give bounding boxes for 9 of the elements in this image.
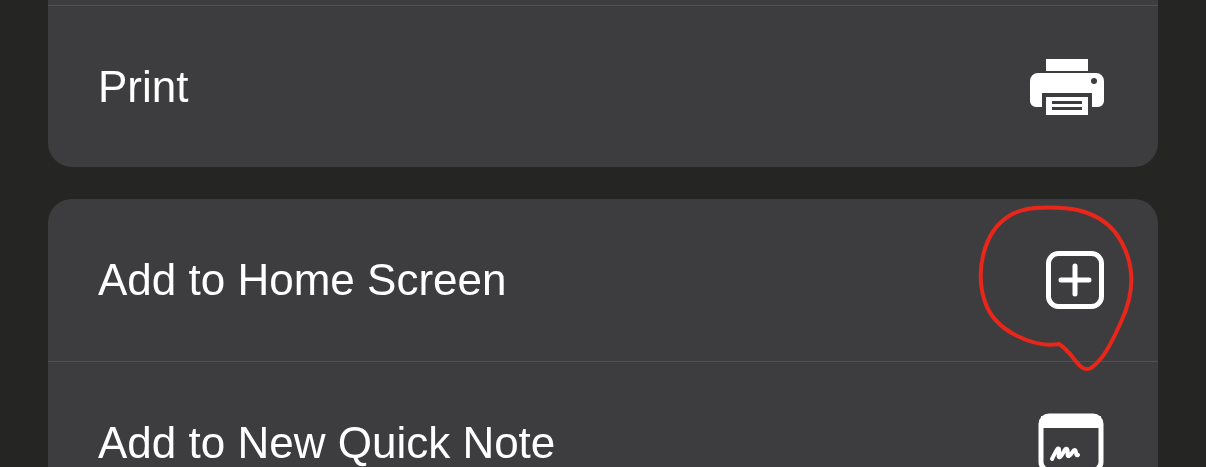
menu-item-label: Add to New Quick Note — [98, 417, 556, 467]
note-icon — [1038, 412, 1104, 467]
add-square-icon — [1046, 251, 1104, 309]
menu-item[interactable]: Print — [48, 5, 1158, 167]
printer-icon — [1030, 58, 1104, 115]
menu-item[interactable]: Add to Home Screen — [48, 199, 1158, 361]
menu-item[interactable]: Add to New Quick Note — [48, 361, 1158, 467]
menu-item-label: Print — [98, 61, 189, 112]
menu-item-label: Add to Home Screen — [98, 255, 507, 305]
